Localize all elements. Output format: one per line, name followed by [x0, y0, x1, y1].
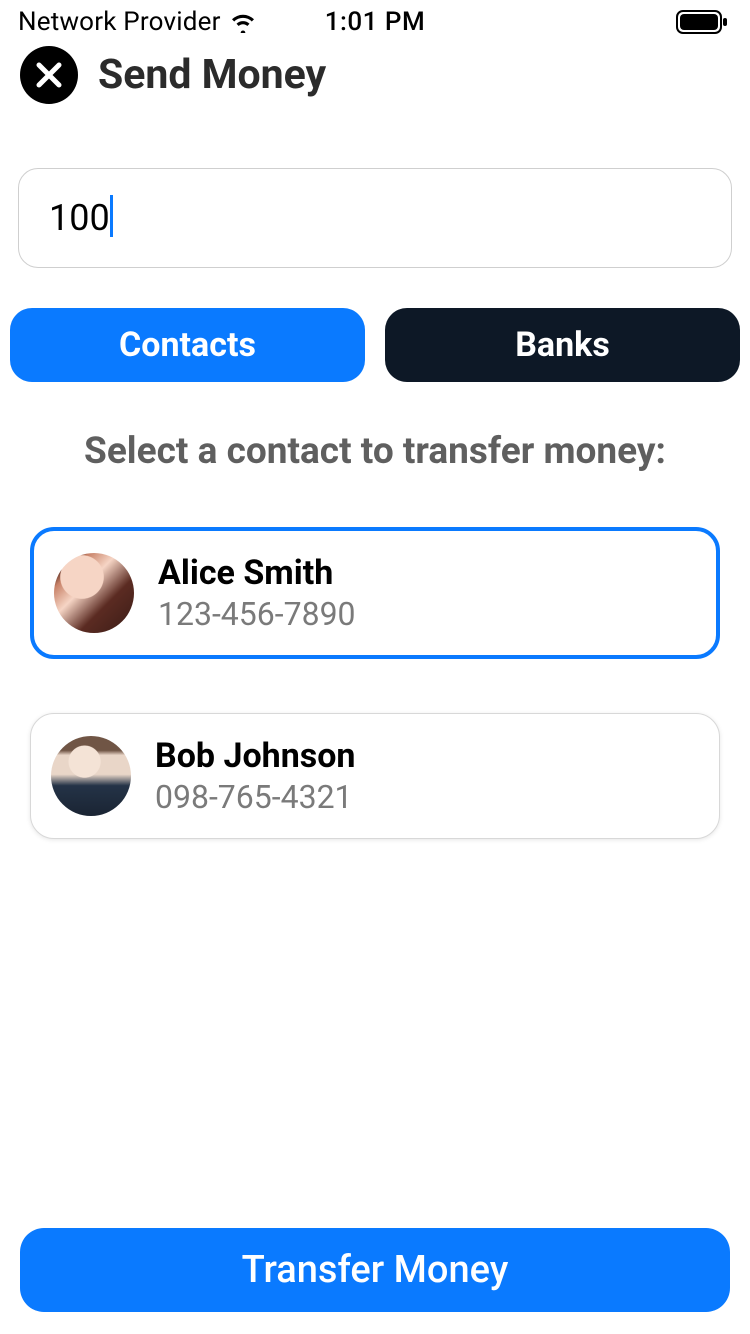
contact-phone: 123-456-7890 — [158, 595, 356, 633]
status-bar: Network Provider 1:01 PM — [0, 0, 750, 40]
battery-icon — [676, 10, 730, 34]
contact-item-alice[interactable]: Alice Smith 123-456-7890 — [30, 527, 720, 659]
contact-name: Alice Smith — [158, 553, 356, 593]
contact-name: Bob Johnson — [155, 736, 355, 776]
tab-contacts[interactable]: Contacts — [10, 308, 365, 382]
tab-bar: Contacts Banks — [0, 268, 750, 382]
transfer-button-label: Transfer Money — [242, 1248, 509, 1292]
page-title: Send Money — [98, 51, 326, 99]
tab-banks[interactable]: Banks — [385, 308, 740, 382]
contact-info: Bob Johnson 098-765-4321 — [155, 736, 355, 816]
contact-item-bob[interactable]: Bob Johnson 098-765-4321 — [30, 713, 720, 839]
status-bar-right — [676, 10, 730, 34]
text-caret — [110, 195, 113, 237]
header: Send Money — [0, 40, 750, 114]
wifi-icon — [229, 11, 257, 33]
carrier-label: Network Provider — [18, 7, 221, 37]
status-time: 1:01 PM — [325, 7, 425, 37]
amount-input[interactable]: 100 — [18, 168, 732, 268]
contact-info: Alice Smith 123-456-7890 — [158, 553, 356, 633]
transfer-button[interactable]: Transfer Money — [20, 1228, 730, 1312]
avatar — [54, 553, 134, 633]
close-icon — [34, 60, 64, 90]
tab-banks-label: Banks — [515, 325, 610, 365]
instruction-text: Select a contact to transfer money: — [0, 382, 750, 473]
contact-phone: 098-765-4321 — [155, 778, 355, 816]
status-bar-left: Network Provider — [18, 7, 257, 37]
avatar — [51, 736, 131, 816]
tab-contacts-label: Contacts — [119, 325, 256, 365]
amount-section: 100 — [0, 114, 750, 268]
amount-value: 100 — [49, 197, 110, 239]
close-button[interactable] — [20, 46, 78, 104]
contact-list: Alice Smith 123-456-7890 Bob Johnson 098… — [0, 473, 750, 839]
